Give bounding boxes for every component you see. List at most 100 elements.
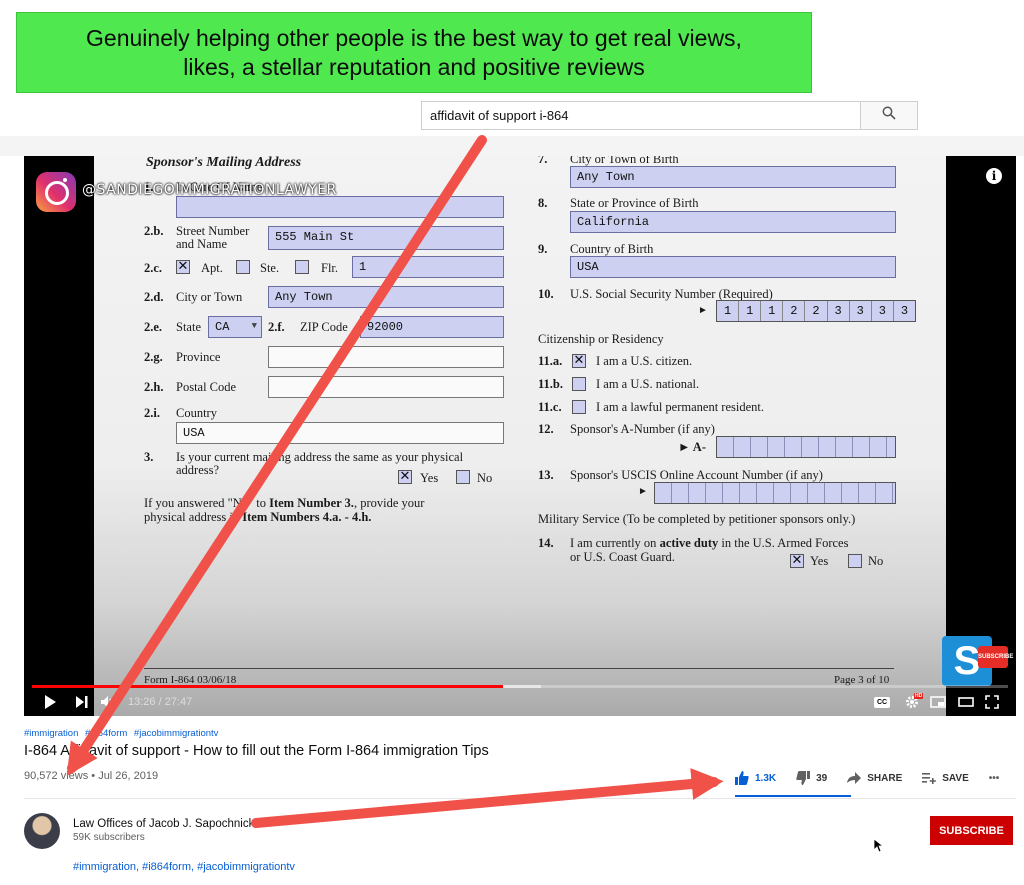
form-label: Postal Code <box>176 380 237 394</box>
time-separator: / <box>155 696 165 708</box>
save-label: SAVE <box>942 772 969 784</box>
form-label: Province <box>176 350 221 364</box>
form-footer-rule <box>144 668 894 669</box>
share-button[interactable]: SHARE <box>847 772 902 784</box>
form-label: No <box>477 471 493 485</box>
birth-state-field: California <box>570 211 896 233</box>
avatar[interactable] <box>24 813 60 849</box>
flr-checkbox <box>295 260 309 274</box>
like-button[interactable]: 1.3K <box>735 771 776 785</box>
volume-button[interactable] <box>98 692 118 712</box>
next-button[interactable] <box>72 692 92 712</box>
subscriber-count: 59K subscribers <box>73 832 145 843</box>
q3-yes-checkbox: ✕ <box>398 469 412 484</box>
city-field: Any Town <box>268 286 504 308</box>
active-duty-no-checkbox <box>848 554 862 568</box>
form-row-number: 12. <box>538 422 554 436</box>
care-of-name-field <box>176 196 504 218</box>
watermark-subscribe: SUBSCRIBE <box>978 646 1013 668</box>
street-field: 555 Main St <box>268 226 504 250</box>
form-label: Country <box>176 406 217 420</box>
ste-checkbox <box>236 260 250 274</box>
hashtag-link[interactable]: #i864form <box>85 728 127 739</box>
form-row-number: 8. <box>538 196 548 210</box>
form-row-number: 11.a. <box>538 354 563 368</box>
captions-button[interactable]: CC <box>872 692 892 712</box>
form-note-bold: Item Number 3. <box>269 496 354 510</box>
mouse-cursor-icon <box>873 838 885 858</box>
form-label: Is your current mailing address the same… <box>176 450 464 464</box>
theater-button[interactable] <box>956 692 976 712</box>
postal-code-field <box>268 376 504 398</box>
form-label: No <box>868 554 884 568</box>
thumbs-up-icon <box>735 771 749 785</box>
settings-button[interactable]: HD <box>900 692 924 712</box>
info-icon[interactable]: i <box>986 168 1002 184</box>
time-display: 13:26 / 27:47 <box>128 696 192 708</box>
hashtag-link[interactable]: #jacobimmigrationtv <box>134 728 218 739</box>
channel-name[interactable]: Law Offices of Jacob J. Sapochnick <box>73 818 254 830</box>
form-row-number: 2.g. <box>144 350 163 364</box>
form-label: and Name <box>176 237 228 251</box>
form-label: address? <box>176 463 220 477</box>
a-number-field <box>716 436 896 458</box>
play-button[interactable] <box>40 692 60 712</box>
captions-icon: CC <box>874 696 890 708</box>
form-row-number: 10. <box>538 287 554 301</box>
banner-line-2: likes, a stellar reputation and positive… <box>183 53 645 80</box>
apt-checkbox: ✕ <box>176 259 190 274</box>
province-field <box>268 346 504 368</box>
zip-field: 92000 <box>360 316 504 338</box>
time-total: 27:47 <box>164 696 193 708</box>
search-input[interactable] <box>421 101 861 130</box>
description-hashtags[interactable]: #immigration, #i864form, #jacobimmigrati… <box>73 861 295 873</box>
video-hashtags-top: #immigration #i864form #jacobimmigration… <box>24 728 222 739</box>
form-note-text: physical address in <box>144 510 243 524</box>
uscis-account-field <box>654 482 896 504</box>
form-row-number: 2.h. <box>144 380 164 394</box>
promo-banner: Genuinely helping other people is the be… <box>16 12 812 93</box>
subscribe-button[interactable]: SUBSCRIBE <box>930 816 1013 845</box>
dislike-button[interactable]: 39 <box>796 771 827 785</box>
fullscreen-button[interactable] <box>982 692 1002 712</box>
save-button[interactable]: SAVE <box>922 772 969 784</box>
form-row-number: 11.c. <box>538 400 562 414</box>
volume-icon <box>101 696 112 708</box>
form-row-number: 2.i. <box>144 406 160 420</box>
form-note: If you answered "No" to Item Number 3., … <box>144 496 424 511</box>
birth-country-field: USA <box>570 256 896 278</box>
form-label: I am a lawful permanent resident. <box>596 400 764 414</box>
channel-watermark[interactable]: S SUBSCRIBE <box>942 636 1013 692</box>
dislike-count: 39 <box>816 772 828 784</box>
more-actions-button[interactable]: ••• <box>989 773 1000 784</box>
unit-field: 1 <box>352 256 504 278</box>
form-row-number: 14. <box>538 536 554 550</box>
form-label: Flr. <box>321 261 339 275</box>
search-icon <box>882 106 896 125</box>
search-bar <box>421 101 918 130</box>
form-label: I am currently on active duty in the U.S… <box>570 536 848 551</box>
country-field: USA <box>176 422 504 444</box>
form-label-bold: active duty <box>659 536 719 550</box>
form-row-number: 2.d. <box>144 290 164 304</box>
section-heading: Citizenship or Residency <box>538 332 664 346</box>
ssn-digit: 1 <box>761 301 784 321</box>
form-label: or U.S. Coast Guard. <box>570 550 675 564</box>
ssn-digit: 1 <box>739 301 762 321</box>
banner-line-1: Genuinely helping other people is the be… <box>86 24 742 51</box>
section-divider <box>24 798 1016 799</box>
hashtag-link[interactable]: #immigration <box>24 728 78 739</box>
view-count: 90,572 views <box>24 770 89 782</box>
playlist-add-icon <box>922 773 937 784</box>
miniplayer-button[interactable] <box>928 692 948 712</box>
search-button[interactable] <box>861 101 918 130</box>
instagram-handle: @SANDIEGOIMMIGRATIONLAWYER <box>82 182 337 198</box>
form-label: Country of Birth <box>570 242 654 256</box>
video-player[interactable]: Sponsor's Mailing Address 1. In Care Of … <box>24 156 1016 716</box>
form-heading: Sponsor's Mailing Address <box>146 156 302 170</box>
birth-city-field: Any Town <box>570 166 896 188</box>
form-row-number: 13. <box>538 468 554 482</box>
share-label: SHARE <box>867 772 903 784</box>
q3-no-checkbox <box>456 470 470 484</box>
lpr-checkbox <box>572 400 586 414</box>
